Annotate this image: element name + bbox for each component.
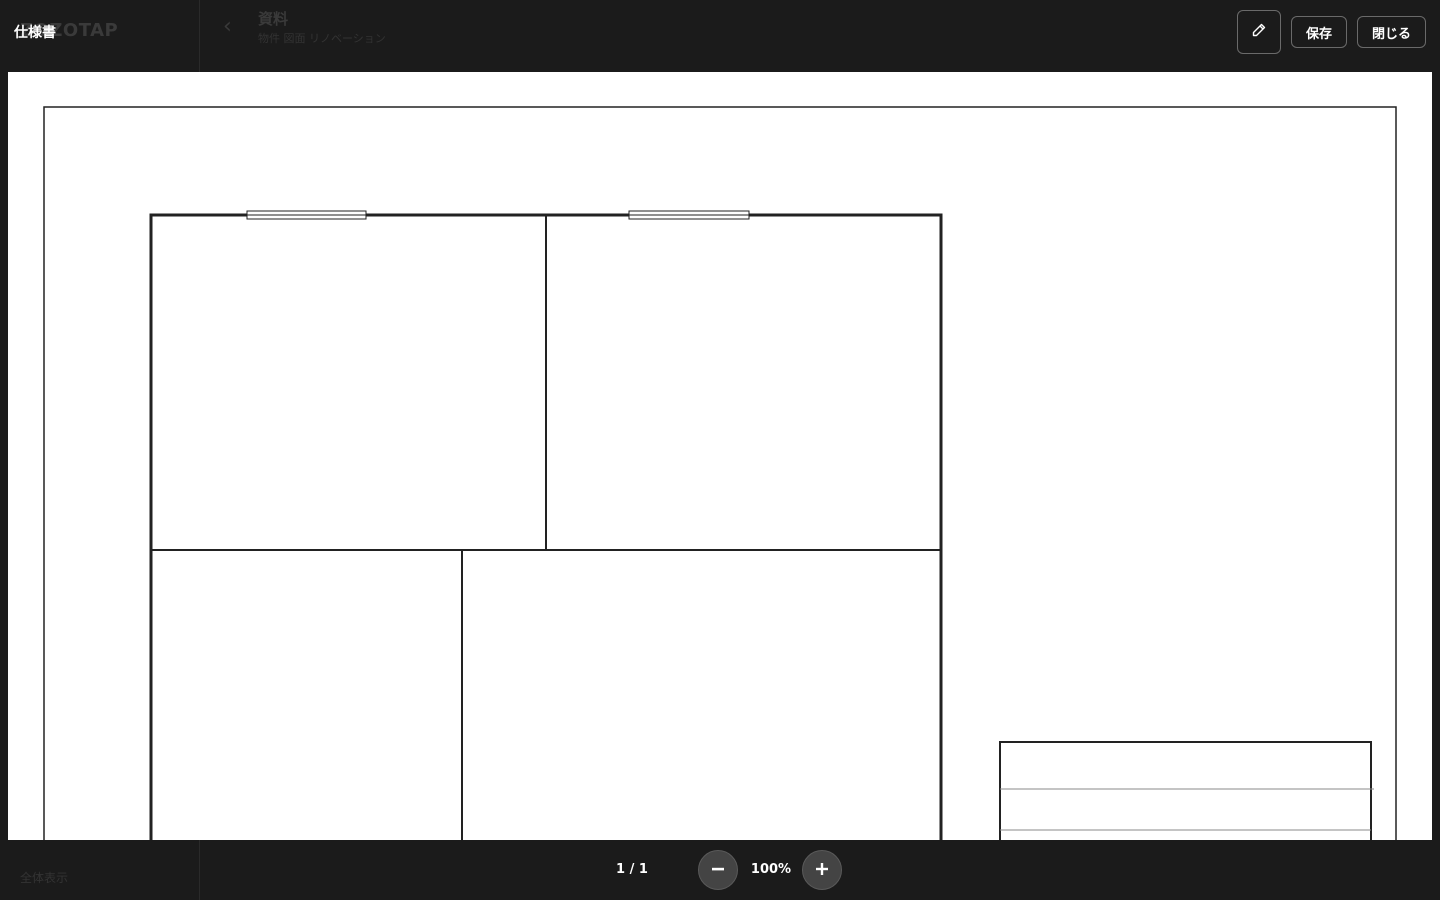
edit-button[interactable] — [1237, 10, 1281, 54]
title-block-table — [999, 741, 1372, 840]
background-page-subtitle: 物件 図面 リノベーション — [258, 32, 386, 45]
zoom-out-button[interactable] — [698, 850, 738, 890]
zoom-level: 100% — [750, 862, 792, 877]
viewer-title: 仕様書 — [14, 25, 56, 41]
floor-plan-drawing — [43, 106, 1397, 840]
background-footer-text: 全体表示 — [20, 871, 69, 885]
pencil-icon — [1251, 22, 1267, 42]
sidebar-divider — [199, 0, 200, 72]
plus-icon — [815, 861, 829, 880]
close-button[interactable]: 閉じる — [1357, 16, 1426, 48]
minus-icon — [711, 861, 725, 880]
sidebar-divider-bottom — [199, 840, 200, 900]
document-viewport[interactable] — [8, 72, 1432, 840]
zoom-in-button[interactable] — [802, 850, 842, 890]
background-page-title: 資料 — [258, 10, 289, 28]
chevron-left-icon: ‹ — [223, 14, 232, 39]
save-button[interactable]: 保存 — [1291, 16, 1347, 48]
page-indicator: 1 / 1 — [616, 862, 648, 877]
